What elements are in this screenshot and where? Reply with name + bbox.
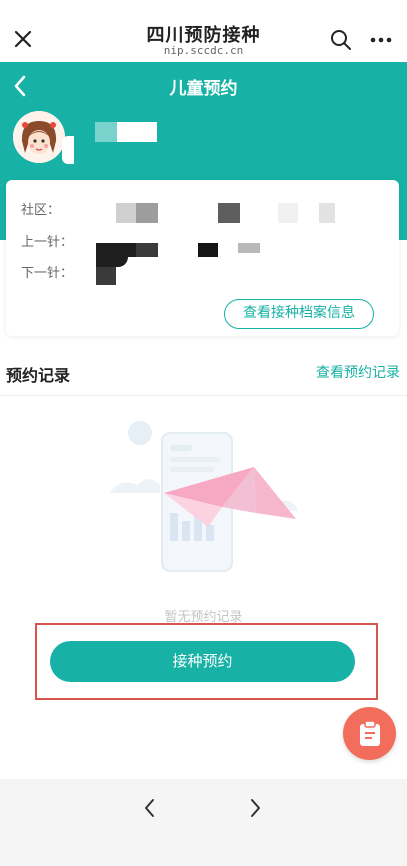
redacted-block: [116, 203, 136, 223]
page: 四川预防接种 nip.sccdc.cn 儿童预约 社区： 上一针： 下一针： 查…: [0, 0, 407, 866]
girl-avatar-icon: [13, 111, 65, 163]
floating-action-button[interactable]: [343, 707, 396, 760]
child-info-card: 社区： 上一针： 下一针： 查看接种档案信息: [6, 180, 399, 336]
book-vaccination-button[interactable]: 接种预约: [50, 641, 355, 682]
redacted-block: [136, 203, 158, 223]
page-title: 儿童预约: [169, 79, 238, 99]
chevron-left-icon[interactable]: [140, 796, 160, 820]
redacted-block: [319, 203, 335, 223]
avatar-edge: [62, 136, 74, 164]
divider: [0, 395, 407, 396]
browser-bottom-nav: [0, 779, 407, 866]
redacted-block: [238, 243, 260, 253]
redacted-block: [96, 243, 136, 257]
clipboard-icon: [360, 720, 380, 746]
next-dose-label: 下一针：: [21, 266, 74, 281]
redacted-block: [218, 203, 240, 223]
chevron-right-icon[interactable]: [245, 796, 265, 820]
records-title: 预约记录: [6, 366, 71, 385]
more-icon[interactable]: [368, 28, 394, 52]
redacted-block: [198, 243, 218, 257]
last-dose-label: 上一针：: [21, 235, 74, 250]
empty-state-illustration: [110, 421, 298, 572]
child-name-redacted: [95, 122, 157, 142]
redacted-block: [278, 203, 298, 223]
redacted-block: [136, 243, 158, 257]
browser-bar: 四川预防接种 nip.sccdc.cn: [0, 0, 407, 62]
view-records-link[interactable]: 查看预约记录: [316, 362, 400, 382]
search-icon[interactable]: [329, 28, 353, 52]
community-label: 社区：: [21, 203, 61, 218]
avatar: [13, 111, 65, 163]
redacted-block: [96, 257, 128, 267]
view-archive-button[interactable]: 查看接种档案信息: [224, 299, 374, 329]
redacted-block: [96, 267, 116, 285]
